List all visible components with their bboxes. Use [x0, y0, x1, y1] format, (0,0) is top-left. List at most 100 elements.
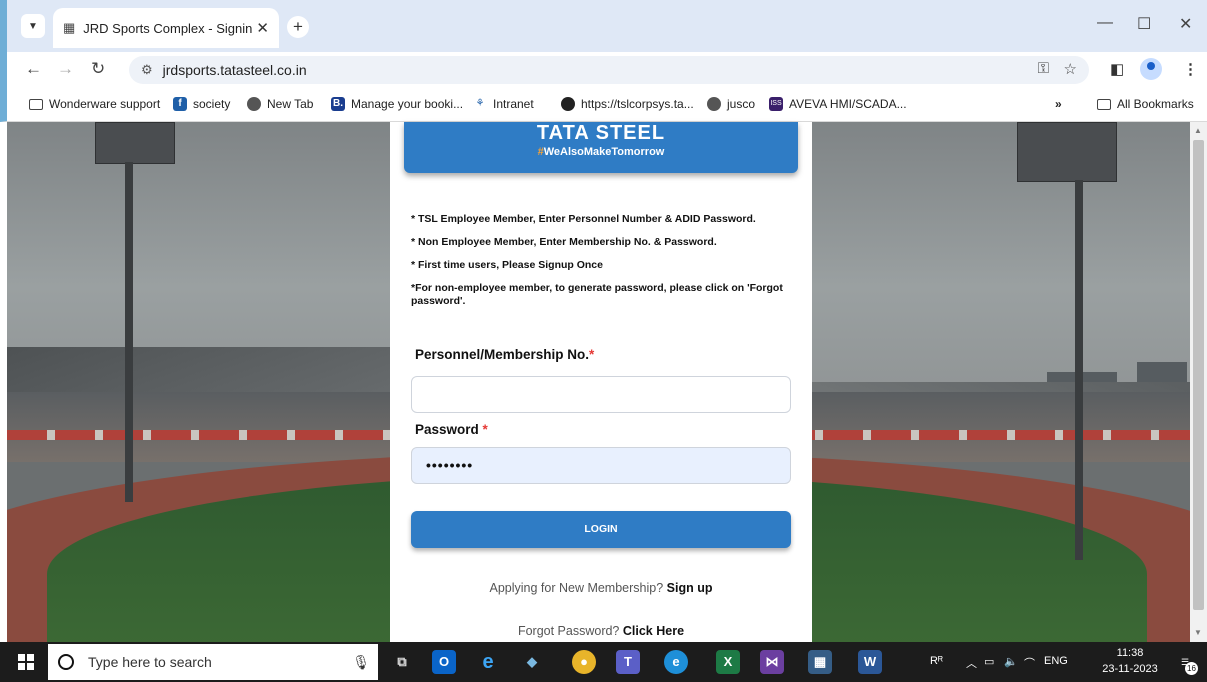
browser-toolbar: ← → ↻ ⚙ jrdsports.tatasteel.co.in ⚿ ☆ ◧ … [0, 52, 1207, 88]
new-tab-button[interactable]: + [287, 16, 309, 38]
signup-link[interactable]: Sign up [667, 581, 713, 595]
floodlight [1017, 122, 1117, 182]
url-text: jrdsports.tatasteel.co.in [162, 62, 307, 78]
folder-icon [29, 98, 43, 110]
page-scrollbar[interactable]: ▲ ▼ [1190, 122, 1207, 642]
teams-icon[interactable]: T [616, 650, 640, 674]
language-indicator[interactable]: ENG [1044, 655, 1068, 667]
profile-avatar[interactable] [1140, 58, 1162, 80]
floodlight-tower [125, 162, 133, 502]
globe-icon [707, 97, 721, 111]
battery-icon[interactable]: ▭ [984, 655, 994, 668]
scroll-down-icon[interactable]: ▼ [1194, 628, 1202, 637]
bookmark-intranet[interactable]: ⚘ Intranet [473, 97, 534, 111]
maximize-icon[interactable]: ☐ [1137, 14, 1151, 34]
dark-globe-icon [561, 97, 575, 111]
floodlight-tower [1075, 180, 1083, 560]
floodlight [95, 122, 175, 164]
all-bookmarks-button[interactable]: All Bookmarks [1097, 97, 1194, 111]
bookmark-label: AVEVA HMI/SCADA... [789, 97, 907, 111]
minimize-icon[interactable]: — [1097, 14, 1113, 32]
windows-start-icon[interactable] [18, 654, 34, 670]
bookmark-society[interactable]: f society [173, 97, 230, 111]
all-bookmarks-label: All Bookmarks [1117, 97, 1194, 111]
password-key-icon[interactable]: ⚿ [1038, 60, 1049, 77]
bookmark-wonderware[interactable]: Wonderware support [29, 97, 160, 111]
instruction-line: * Non Employee Member, Enter Membership … [411, 236, 717, 248]
taskbar-search[interactable]: Type here to search 🎙 [48, 644, 378, 680]
overflow-icon: » [1055, 97, 1062, 111]
bookmark-label: Manage your booki... [351, 97, 464, 111]
password-input[interactable]: •••••••• [411, 447, 791, 484]
instruction-line: * First time users, Please Signup Once [411, 259, 603, 271]
windows-taskbar: Type here to search 🎙 ⧉ O e ◆ ● T e X ⋈ … [0, 642, 1207, 682]
membership-label-text: Personnel/Membership No. [415, 347, 590, 362]
clock-date: 23-11-2023 [1102, 663, 1158, 675]
calculator-icon[interactable]: ▦ [808, 650, 832, 674]
close-tab-icon[interactable]: ✕ [256, 19, 269, 37]
signup-prompt: Applying for New Membership? [489, 581, 664, 595]
bookmark-aveva[interactable]: ISS AVEVA HMI/SCADA... [769, 97, 907, 111]
excel-icon[interactable]: X [716, 650, 740, 674]
signup-line: Applying for New Membership? Sign up [390, 581, 812, 595]
bookmark-tslcorpsys[interactable]: https://tslcorpsys.ta... [561, 97, 694, 111]
globe-icon [247, 97, 261, 111]
scroll-up-icon[interactable]: ▲ [1194, 126, 1202, 135]
notification-count-badge: 16 [1185, 662, 1198, 675]
tab-search-button[interactable]: ▼ [21, 14, 45, 38]
bookmark-label: Wonderware support [49, 97, 161, 111]
tata-steel-logo: TATA STEEL #WeAlsoMakeTomorrow [404, 122, 798, 173]
login-card: TATA STEEL #WeAlsoMakeTomorrow * TSL Emp… [390, 122, 812, 642]
bookmark-jusco[interactable]: jusco [707, 97, 755, 111]
scrollbar-thumb[interactable] [1193, 140, 1204, 610]
word-icon[interactable]: W [858, 650, 882, 674]
forgot-prompt: Forgot Password? [517, 624, 620, 638]
membership-number-input[interactable] [411, 376, 791, 413]
login-button[interactable]: LOGIN [411, 511, 791, 548]
folder-icon [1097, 98, 1111, 110]
app-icon[interactable]: ◆ [520, 650, 544, 674]
menu-kebab-icon[interactable]: ⋮ [1183, 60, 1198, 78]
tata-icon: ⚘ [475, 98, 485, 109]
close-window-icon[interactable]: ✕ [1179, 14, 1192, 34]
back-arrow-icon[interactable]: ← [25, 59, 42, 79]
internet-explorer-icon[interactable]: e [476, 650, 500, 674]
browser-tab-bar: ▼ ▦ JRD Sports Complex - Signin ✕ + — ☐ … [0, 0, 1207, 52]
forgot-password-line: Forgot Password? Click Here [390, 624, 812, 638]
tagline-text: WeAlsoMakeTomorrow [543, 146, 665, 158]
volume-icon[interactable]: 🔈 [1004, 655, 1018, 668]
address-bar[interactable]: ⚙ jrdsports.tatasteel.co.in ⚿ ☆ [129, 56, 1089, 84]
people-icon[interactable]: Rᴿ [930, 655, 943, 667]
outlook-icon[interactable]: O [432, 650, 456, 674]
facebook-icon: f [173, 97, 187, 111]
chrome-icon[interactable]: ● [572, 650, 596, 674]
bookmark-label: New Tab [267, 97, 314, 111]
screen: ▼ ▦ JRD Sports Complex - Signin ✕ + — ☐ … [0, 0, 1207, 682]
system-clock[interactable]: 11:38 23-11-2023 [1098, 645, 1162, 677]
bookmark-booking[interactable]: B. Manage your booki... [331, 97, 463, 111]
site-info-icon[interactable]: ⚙ [141, 62, 153, 78]
bookmark-star-icon[interactable]: ☆ [1064, 60, 1077, 78]
reload-icon[interactable]: ↻ [91, 59, 105, 79]
forward-arrow-icon[interactable]: → [57, 59, 74, 79]
notification-center-icon[interactable]: ☰ 16 [1175, 652, 1198, 675]
edge-icon[interactable]: e [664, 650, 688, 674]
clock-time: 11:38 [1116, 647, 1144, 659]
bookmark-label: society [193, 97, 231, 111]
wifi-icon[interactable]: ⌒ [1024, 655, 1035, 671]
side-panel-icon[interactable]: ◧ [1110, 60, 1124, 78]
instruction-line: *For non-employee member, to generate pa… [411, 282, 783, 307]
chevron-down-icon: ▼ [28, 20, 38, 32]
microphone-icon[interactable]: 🎙 [352, 654, 370, 671]
visual-studio-icon[interactable]: ⋈ [760, 650, 784, 674]
tray-chevron-icon[interactable]: ︿ [966, 655, 977, 671]
task-view-icon[interactable]: ⧉ [390, 650, 414, 674]
forgot-password-link[interactable]: Click Here [623, 624, 684, 638]
booking-icon: B. [331, 97, 345, 111]
bookmark-label: https://tslcorpsys.ta... [581, 97, 694, 111]
browser-tab-active[interactable]: ▦ JRD Sports Complex - Signin ✕ [53, 8, 279, 48]
bookmark-new-tab[interactable]: New Tab [247, 97, 313, 111]
cortana-circle-icon [58, 654, 74, 670]
required-mark: * [482, 422, 488, 437]
bookmarks-overflow-button[interactable]: » [1055, 97, 1062, 111]
